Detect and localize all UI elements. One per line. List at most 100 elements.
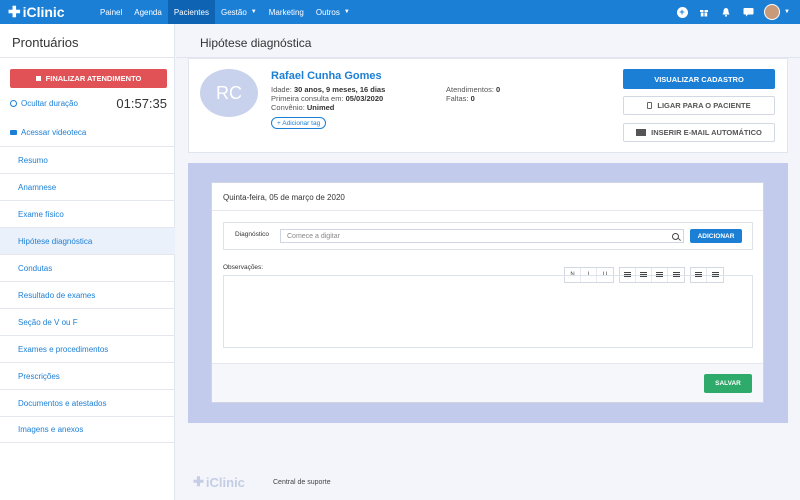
patient-first-visit: Primeira consulta em: 05/03/2020 (271, 94, 383, 103)
sidebar: Prontuários FINALIZAR ATENDIMENTO Oculta… (0, 24, 175, 500)
chevron-down-icon: ▼ (250, 9, 257, 15)
hide-duration-link[interactable]: Ocultar duração (10, 99, 78, 108)
stop-icon (35, 76, 41, 81)
entry-date: Quinta-feira, 05 de março de 2020 (223, 193, 345, 202)
sidebar-item-prescricoes[interactable]: Prescrições (0, 362, 175, 389)
observations-textarea[interactable] (223, 275, 753, 348)
sidebar-item-exames-procedimentos[interactable]: Exames e procedimentos (0, 335, 175, 362)
finish-appointment-button[interactable]: FINALIZAR ATENDIMENTO (10, 69, 167, 88)
sidebar-item-label: Hipótese diagnóstica (18, 236, 93, 246)
add-diagnosis-button[interactable]: ADICIONAR (690, 229, 742, 243)
video-library-link[interactable]: Acessar videoteca (10, 128, 86, 137)
insurance-label: Convênio: (271, 103, 305, 112)
top-actions: + ▼ (676, 0, 800, 24)
save-button[interactable]: SALVAR (704, 374, 752, 393)
patient-age: Idade: 30 anos, 9 meses, 16 dias (271, 85, 385, 94)
diagnosis-placeholder: Comece a digitar (287, 232, 340, 240)
logo-cross-icon: ✚ (8, 3, 21, 21)
diagnosis-label: Diagnóstico (235, 231, 269, 238)
divider (0, 57, 175, 58)
sidebar-item-label: Resumo (18, 155, 48, 165)
first-visit-label: Primeira consulta em: (271, 94, 344, 103)
absences-label: Faltas: (446, 94, 469, 103)
nav-item-agenda[interactable]: Agenda (128, 0, 168, 24)
nav-label: Agenda (134, 7, 162, 17)
clock-icon (10, 100, 17, 107)
nav-item-painel[interactable]: Painel (94, 0, 128, 24)
first-visit-value: 05/03/2020 (345, 94, 384, 103)
sidebar-item-label: Imagens e anexos (18, 425, 84, 434)
sidebar-item-resumo[interactable]: Resumo (0, 146, 175, 173)
nav-item-gestao[interactable]: Gestão ▼ (215, 0, 263, 24)
email-label: INSERIR E-MAIL AUTOMÁTICO (651, 128, 762, 137)
sidebar-item-condutas[interactable]: Condutas (0, 254, 175, 281)
sidebar-item-documentos-atestados[interactable]: Documentos e atestados (0, 389, 175, 416)
bell-icon[interactable] (720, 6, 732, 18)
sidebar-item-anamnese[interactable]: Anamnese (0, 173, 175, 200)
age-label: Idade: (271, 85, 292, 94)
duration-row: Ocultar duração 01:57:35 (10, 96, 167, 111)
footer-logo-text: iClinic (205, 474, 245, 490)
sidebar-item-label: Resultado de exames (18, 290, 96, 300)
age-value: 30 anos, 9 meses, 16 dias (293, 85, 386, 94)
add-icon[interactable]: + (676, 6, 688, 18)
logo-text: iClinic (22, 4, 65, 20)
chat-icon[interactable] (742, 6, 754, 18)
logo-cross-icon: ✚ (193, 474, 204, 489)
nav-label: Gestão (220, 7, 247, 17)
diagnosis-section: Diagnóstico Comece a digitar ADICIONAR (223, 222, 753, 250)
page-title: Hipótese diagnóstica (200, 36, 312, 50)
sidebar-item-label: Seção de V ou F (18, 317, 78, 327)
session-timer: 01:57:35 (116, 96, 167, 111)
patient-name[interactable]: Rafael Cunha Gomes (271, 70, 382, 82)
view-record-button[interactable]: VISUALIZAR CADASTRO (623, 69, 775, 89)
sidebar-item-label: Documentos e atestados (18, 398, 107, 408)
sidebar-item-hipotese-diagnostica[interactable]: Hipótese diagnóstica (0, 227, 175, 254)
sidebar-item-label: Anamnese (18, 182, 57, 192)
footer-logo: ✚ iClinic (193, 474, 245, 490)
phone-icon (647, 102, 653, 109)
absences-value: 0 (470, 94, 475, 103)
nav-label: Marketing (268, 7, 304, 17)
sidebar-item-imagens-anexos[interactable]: Imagens e anexos (0, 416, 175, 443)
diagnosis-form-card: Quinta-feira, 05 de março de 2020 Diagnó… (211, 182, 764, 403)
appointments-value: 0 (496, 85, 501, 94)
nav-label: Outros (315, 7, 340, 17)
add-tag-button[interactable]: + Adicionar tag (271, 117, 327, 129)
chevron-down-icon[interactable]: ▼ (784, 9, 790, 15)
sidebar-item-label: Prescrições (18, 371, 60, 381)
nav-label: Painel (100, 7, 123, 17)
gift-icon[interactable] (698, 6, 710, 18)
form-footer: SALVAR (212, 363, 763, 402)
video-library-label: Acessar videoteca (21, 128, 87, 137)
patient-card: RC Rafael Cunha Gomes Idade: 30 anos, 9 … (188, 58, 788, 153)
sidebar-title: Prontuários (12, 35, 79, 50)
divider (212, 210, 763, 211)
patient-avatar: RC (200, 69, 258, 117)
sidebar-item-resultado-exames[interactable]: Resultado de exames (0, 281, 175, 308)
record-sections-menu: Resumo Anamnese Exame físico Hipótese di… (0, 146, 175, 443)
sidebar-item-secao-v-f[interactable]: Seção de V ou F (0, 308, 175, 335)
auto-email-button[interactable]: INSERIR E-MAIL AUTOMÁTICO (623, 123, 775, 142)
support-center-link[interactable]: Central de suporte (273, 479, 331, 486)
app-logo[interactable]: ✚ iClinic (8, 4, 94, 20)
diagnosis-search-input[interactable]: Comece a digitar (280, 229, 684, 243)
top-navbar: ✚ iClinic Painel Agenda Pacientes Gestão… (0, 0, 800, 24)
sidebar-item-exame-fisico[interactable]: Exame físico (0, 200, 175, 227)
patient-insurance: Convênio: Unimed (271, 103, 334, 112)
search-icon[interactable] (672, 233, 679, 240)
sidebar-item-label: Exames e procedimentos (18, 344, 109, 354)
user-avatar[interactable] (764, 4, 781, 20)
nav-item-outros[interactable]: Outros ▼ (310, 0, 356, 24)
chevron-down-icon: ▼ (343, 9, 350, 15)
finish-label: FINALIZAR ATENDIMENTO (45, 74, 142, 83)
envelope-icon (636, 129, 647, 136)
appointments-label: Atendimentos: (446, 85, 494, 94)
hide-duration-label: Ocultar duração (21, 99, 78, 108)
nav-item-marketing[interactable]: Marketing (263, 0, 310, 24)
insurance-value: Unimed (306, 103, 335, 112)
call-patient-button[interactable]: LIGAR PARA O PACIENTE (623, 96, 775, 115)
nav-item-pacientes[interactable]: Pacientes (167, 0, 215, 24)
video-camera-icon (10, 130, 17, 135)
sidebar-item-label: Condutas (18, 263, 53, 273)
